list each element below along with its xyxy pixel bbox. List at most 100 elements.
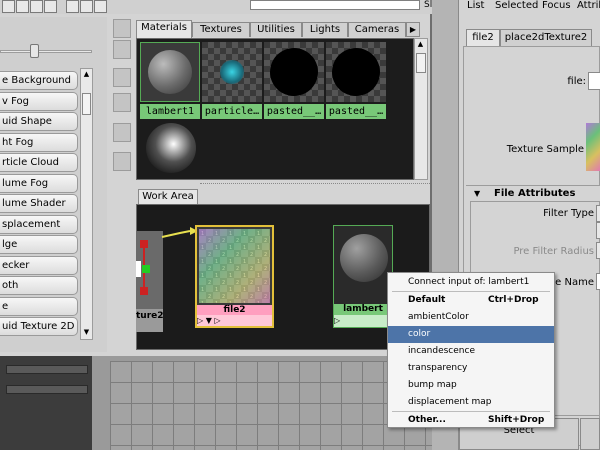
node-lambert1[interactable]: lambert ▷ xyxy=(333,225,393,328)
create-node-button[interactable]: e Background xyxy=(0,71,78,90)
hypershade-toolbar: Sl xyxy=(0,0,432,14)
swatch-pasted-1[interactable]: pasted__… xyxy=(264,42,324,119)
menu-item-label: Other... xyxy=(408,415,446,425)
file-attributes-header[interactable]: ▼ File Attributes xyxy=(466,185,600,201)
tool-button[interactable] xyxy=(113,152,131,171)
create-node-button[interactable]: ht Fog xyxy=(0,132,78,152)
toolbar-button[interactable] xyxy=(44,0,57,13)
menu-item-label: incandescence xyxy=(408,346,475,356)
create-node-button[interactable]: oth xyxy=(0,276,78,295)
create-node-button[interactable]: lge xyxy=(0,235,78,254)
menu-item-incandescence[interactable]: incandescence xyxy=(388,343,554,360)
texture-sample-swatch xyxy=(586,123,600,171)
image-name-field[interactable] xyxy=(596,273,600,290)
menu-item-label: transparency xyxy=(408,363,468,373)
menu-selected[interactable]: Selected xyxy=(495,0,538,11)
icon-size-slider[interactable] xyxy=(0,50,92,53)
tab-textures[interactable]: Textures xyxy=(192,22,250,37)
create-node-button[interactable]: v Fog xyxy=(0,91,78,111)
menu-item-other[interactable]: Other... Shift+Drop xyxy=(388,412,554,429)
swatch-scrollbar[interactable]: ▲ xyxy=(414,38,428,180)
menu-item-displacement-map[interactable]: displacement map xyxy=(388,394,554,411)
filter-option[interactable] xyxy=(596,222,600,239)
menu-item-shortcut: Ctrl+Drop xyxy=(488,295,539,305)
tab-work-area[interactable]: Work Area xyxy=(138,189,198,204)
swatch-particle[interactable]: particle… xyxy=(202,42,262,119)
toolbar-button[interactable] xyxy=(80,0,93,13)
file-texture-preview: 1 2 xyxy=(199,229,270,303)
tool-button[interactable] xyxy=(113,68,131,87)
pane-divider[interactable] xyxy=(200,183,430,186)
node-file2[interactable]: 1 2 file2 ▷ ▼ ▷ xyxy=(195,225,274,328)
toolbar-right-label: Sl xyxy=(424,0,433,10)
menu-item-label: Default xyxy=(408,295,446,305)
create-node-button[interactable]: ecker xyxy=(0,255,78,275)
menu-item-transparency[interactable]: transparency xyxy=(388,360,554,377)
node-connector-icon xyxy=(136,240,150,295)
material-swatch-area[interactable]: lambert1 particle… pasted__… pasted__… xyxy=(136,38,414,180)
filter-type-dropdown[interactable] xyxy=(596,205,600,222)
scroll-up-icon[interactable]: ▲ xyxy=(82,69,91,79)
toolbar-button[interactable] xyxy=(66,0,79,13)
load-attributes-button[interactable] xyxy=(580,418,600,450)
menu-focus[interactable]: Focus xyxy=(542,0,571,11)
section-title: File Attributes xyxy=(494,188,576,199)
menu-item-label: ambientColor xyxy=(408,312,469,322)
swatch-pasted-2[interactable]: pasted__… xyxy=(326,42,386,119)
menu-item-bump-map[interactable]: bump map xyxy=(388,377,554,394)
tab-cameras[interactable]: Cameras xyxy=(348,22,406,37)
collapse-arrow-icon[interactable]: ▼ xyxy=(474,186,480,202)
tab-lights[interactable]: Lights xyxy=(302,22,348,37)
toolbar-button[interactable] xyxy=(94,0,107,13)
menu-item-color[interactable]: color xyxy=(388,326,554,343)
ae-tab-place2dtexture2[interactable]: place2dTexture2 xyxy=(500,29,592,46)
scroll-down-icon[interactable]: ▼ xyxy=(82,327,91,337)
node-ports[interactable]: ▷ ▼ ▷ xyxy=(197,315,272,326)
tool-button[interactable] xyxy=(113,19,131,38)
toolbar-button[interactable] xyxy=(16,0,29,13)
attribute-editor-menu: List Selected Focus Attribu xyxy=(459,0,600,13)
create-node-button[interactable]: splacement xyxy=(0,214,78,234)
connect-input-menu: Connect input of: lambert1 Default Ctrl+… xyxy=(387,272,555,428)
create-node-button[interactable]: uid Texture 2D xyxy=(0,317,78,336)
menu-item-default[interactable]: Default Ctrl+Drop xyxy=(388,292,554,309)
menu-item-ambientcolor[interactable]: ambientColor xyxy=(388,309,554,326)
create-node-button[interactable]: lume Shader xyxy=(0,194,78,213)
create-node-button[interactable]: uid Shape xyxy=(0,112,78,131)
tool-button[interactable] xyxy=(113,40,131,59)
create-node-button[interactable]: lume Fog xyxy=(0,173,78,193)
node-ports[interactable]: ▷ xyxy=(334,315,392,327)
tool-button[interactable] xyxy=(113,123,131,142)
node-label: ture2 xyxy=(136,309,164,332)
menu-attributes[interactable]: Attribu xyxy=(577,0,600,11)
scroll-up-icon[interactable]: ▲ xyxy=(416,39,425,49)
menu-item-shortcut: Shift+Drop xyxy=(488,415,545,425)
toolbar-button[interactable] xyxy=(30,0,43,13)
create-node-button[interactable]: rticle Cloud xyxy=(0,153,78,172)
create-node-button[interactable]: e xyxy=(0,296,78,316)
pre-filter-radius-field[interactable] xyxy=(596,242,600,259)
slider-handle[interactable] xyxy=(30,44,39,58)
tab-utilities[interactable]: Utilities xyxy=(250,22,302,37)
swatch-label: pasted__… xyxy=(264,104,324,119)
swatch-phong[interactable] xyxy=(140,119,200,195)
tab-scroll-right-icon[interactable]: ▶ xyxy=(406,22,420,37)
menu-item-label: displacement map xyxy=(408,397,492,407)
menu-list[interactable]: List xyxy=(467,0,484,11)
tool-button[interactable] xyxy=(113,93,131,112)
toolbar-search-field[interactable] xyxy=(250,0,420,10)
scrollbar-thumb[interactable] xyxy=(82,93,91,115)
pre-filter-radius-label: Pre Filter Radius xyxy=(513,246,594,257)
ae-tab-file2[interactable]: file2 xyxy=(466,29,500,46)
create-list-scrollbar[interactable]: ▲ ▼ xyxy=(80,68,93,340)
tab-materials[interactable]: Materials xyxy=(136,20,192,38)
file-name-field[interactable] xyxy=(588,72,600,90)
swatch-label: pasted__… xyxy=(326,104,386,119)
viewport-side-strip xyxy=(0,355,92,450)
swatch-lambert1[interactable]: lambert1 xyxy=(140,42,200,119)
hypershade-window: Sl e Background v Fog uid Shape ht Fog rticl… xyxy=(0,0,432,356)
toolbar-button[interactable] xyxy=(2,0,15,13)
scrollbar-thumb[interactable] xyxy=(416,53,426,73)
menu-item-label: color xyxy=(408,329,431,339)
node-place2dtexture[interactable]: ture2 xyxy=(136,231,164,332)
